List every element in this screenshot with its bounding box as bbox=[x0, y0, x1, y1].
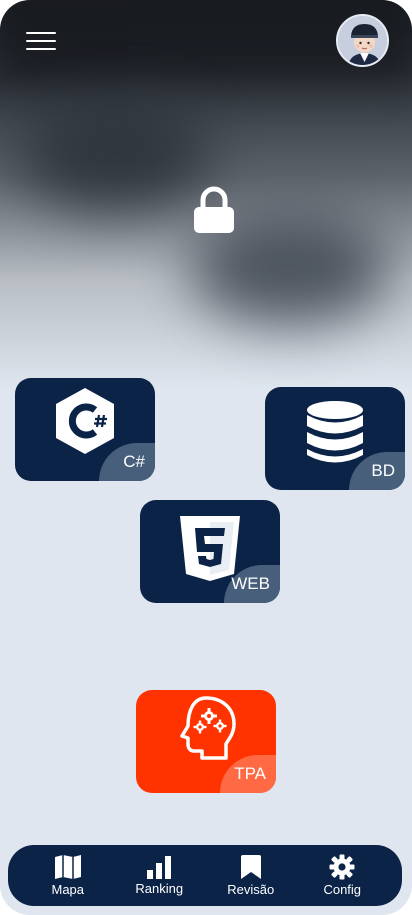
course-node-csharp[interactable]: C# bbox=[15, 378, 155, 481]
brain-gears-icon bbox=[180, 696, 236, 760]
course-node-bd[interactable]: BD bbox=[265, 387, 405, 490]
gear-icon bbox=[329, 854, 355, 880]
app-screen: C# BD WEB TPA Mapa Ranking Revisão Confi… bbox=[0, 0, 412, 915]
bookmark-icon bbox=[240, 855, 261, 879]
csharp-icon bbox=[56, 388, 114, 454]
hamburger-icon-bar bbox=[26, 48, 56, 50]
nav-item-label: Mapa bbox=[51, 882, 85, 897]
nav-item-config[interactable]: Config bbox=[306, 848, 378, 904]
user-avatar-button[interactable] bbox=[336, 14, 389, 67]
nav-item-label: Revisão bbox=[227, 882, 275, 897]
hamburger-icon-bar bbox=[26, 32, 56, 34]
hamburger-icon-bar bbox=[26, 40, 56, 42]
nav-item-revisao[interactable]: Revisão bbox=[215, 848, 287, 904]
backdrop-blur-blob bbox=[20, 100, 210, 210]
course-node-label: TPA bbox=[220, 755, 276, 793]
map-icon bbox=[54, 855, 81, 879]
course-node-tpa[interactable]: TPA bbox=[136, 690, 276, 793]
nav-item-label: Ranking bbox=[135, 881, 184, 896]
bar-chart-icon bbox=[147, 856, 172, 879]
database-icon bbox=[307, 401, 363, 463]
bottom-navigation: Mapa Ranking Revisão Config bbox=[8, 845, 402, 906]
course-node-web[interactable]: WEB bbox=[140, 500, 280, 603]
lock-icon bbox=[194, 186, 234, 233]
nav-item-ranking[interactable]: Ranking bbox=[123, 848, 195, 904]
nav-item-mapa[interactable]: Mapa bbox=[32, 848, 104, 904]
html5-icon bbox=[180, 516, 240, 581]
hamburger-menu-button[interactable] bbox=[26, 32, 56, 50]
nav-item-label: Config bbox=[323, 882, 362, 897]
